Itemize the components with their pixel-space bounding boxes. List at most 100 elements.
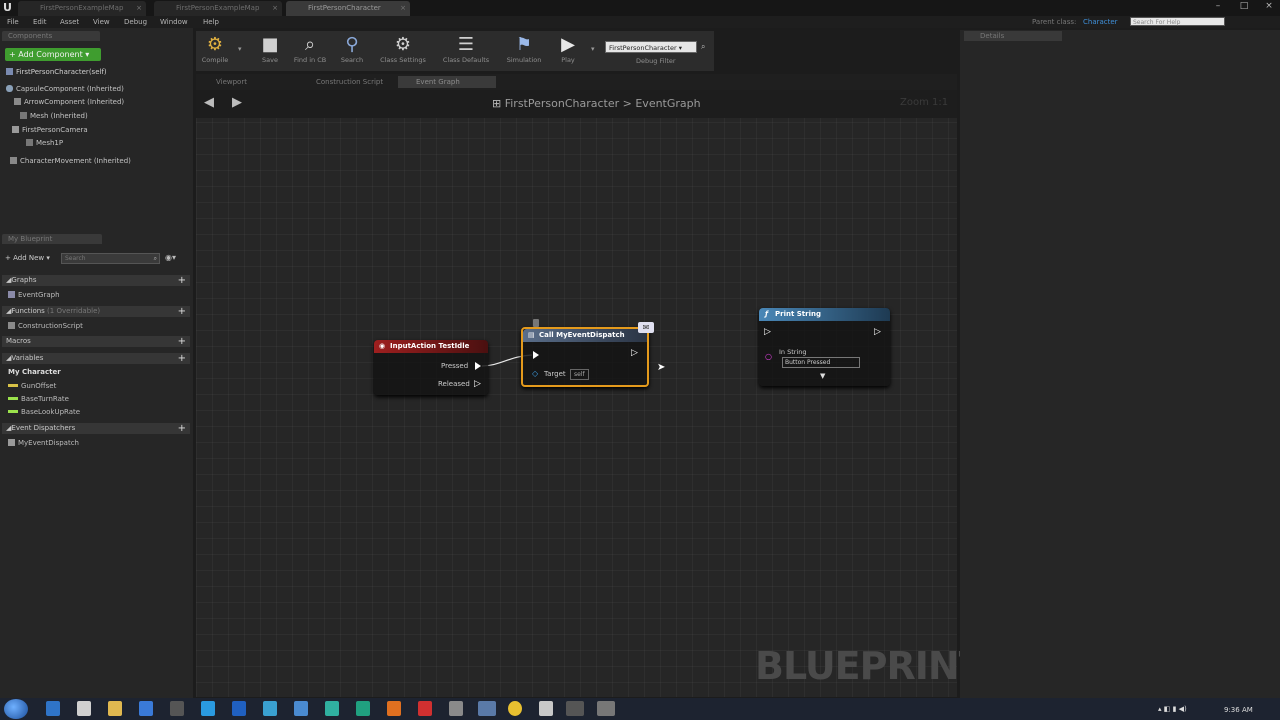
file-icon[interactable] (77, 701, 91, 716)
tree-item-mesh[interactable]: Mesh (Inherited) (20, 111, 88, 122)
app-icon[interactable] (597, 701, 615, 716)
maximize-icon[interactable]: □ (1238, 0, 1250, 12)
app-icon[interactable] (387, 701, 401, 716)
exec-pin-in[interactable]: ▷ (764, 327, 771, 337)
variable-base-lookup-rate[interactable]: BaseLookUpRate (8, 407, 80, 418)
app-icon[interactable] (170, 701, 184, 716)
save-button[interactable]: ■ Save (255, 31, 285, 71)
play-button[interactable]: ▶ Play (552, 31, 584, 71)
simulation-button[interactable]: ⚑ Simulation (502, 31, 546, 71)
add-graph-icon[interactable]: + (178, 275, 186, 286)
minimize-icon[interactable]: – (1212, 0, 1224, 12)
close-icon[interactable]: × (400, 1, 406, 16)
app-icon[interactable] (539, 701, 553, 716)
doc-tab-map-2[interactable]: FirstPersonExampleMap × (154, 1, 282, 16)
doc-tab-map-1[interactable]: FirstPersonExampleMap × (18, 1, 146, 16)
app-icon[interactable] (139, 701, 153, 716)
close-icon[interactable]: × (136, 1, 142, 16)
doc-tab-character[interactable]: FirstPersonCharacter × (286, 1, 410, 16)
add-function-icon[interactable]: + (178, 306, 186, 317)
exec-pin-out[interactable]: ▷ (874, 327, 881, 337)
dispatcher-item[interactable]: MyEventDispatch (8, 438, 79, 449)
expand-arrow-icon[interactable]: ▼ (820, 372, 825, 380)
components-tab[interactable]: Components (2, 31, 100, 41)
add-macro-icon[interactable]: + (178, 336, 186, 347)
chrome-icon[interactable] (508, 701, 522, 716)
tree-item-self[interactable]: FirstPersonCharacter(self) (6, 67, 107, 78)
variable-gun-offset[interactable]: GunOffset (8, 381, 56, 392)
exec-pin-in[interactable] (533, 351, 539, 359)
app-icon[interactable] (325, 701, 339, 716)
parent-class-link[interactable]: Character (1083, 16, 1118, 28)
graph-canvas[interactable] (196, 90, 957, 697)
event-dispatchers-category[interactable]: ◢Event Dispatchers + (2, 423, 190, 434)
help-search-input[interactable]: Search For Help (1130, 17, 1225, 26)
tree-item-camera[interactable]: FirstPersonCamera (12, 125, 88, 136)
print-string-node[interactable]: ƒ Print String ▷ ▷ ○ In String Button Pr… (759, 308, 890, 386)
play-options-icon[interactable]: ▾ (591, 45, 595, 53)
tree-item-capsule[interactable]: CapsuleComponent (Inherited) (6, 84, 124, 95)
input-action-node[interactable]: ◉ InputAction TestIdle Pressed Released … (374, 340, 488, 395)
search-button[interactable]: ⚲ Search (336, 31, 368, 71)
find-in-cb-button[interactable]: ⌕ Find in CB (289, 31, 331, 71)
target-value[interactable]: self (570, 369, 589, 380)
debug-filter-select[interactable]: FirstPersonCharacter ▾ (605, 41, 697, 53)
details-tab[interactable]: Details (964, 31, 1062, 41)
my-blueprint-tab[interactable]: My Blueprint (2, 234, 102, 244)
app-icon[interactable] (418, 701, 432, 716)
browse-icon[interactable]: ⌕ (701, 42, 705, 52)
menu-help[interactable]: Help (203, 16, 219, 28)
app-icon[interactable] (294, 701, 308, 716)
tab-event-graph[interactable]: Event Graph (398, 76, 496, 88)
add-new-button[interactable]: + Add New ▾ (5, 254, 50, 262)
app-icon[interactable] (263, 701, 277, 716)
functions-category[interactable]: ◢Functions (1 Overridable) + (2, 306, 190, 317)
string-pin-icon[interactable]: ○ (765, 352, 772, 361)
menu-window[interactable]: Window (160, 16, 188, 28)
event-graph-item[interactable]: EventGraph (8, 290, 60, 301)
my-character-group[interactable]: My Character (8, 367, 61, 378)
unreal-taskbar-icon[interactable] (566, 701, 584, 716)
exec-pin-out[interactable]: ▷ (631, 348, 638, 358)
app-icon[interactable] (356, 701, 370, 716)
start-button[interactable] (4, 699, 28, 719)
forward-arrow-icon[interactable]: ▶ (232, 95, 242, 110)
in-string-value[interactable]: Button Pressed (782, 357, 860, 368)
class-defaults-button[interactable]: ☰ Class Defaults (437, 31, 495, 71)
menu-edit[interactable]: Edit (33, 16, 47, 28)
menu-file[interactable]: File (7, 16, 19, 28)
exec-pin-released[interactable]: ▷ (474, 379, 481, 389)
app-icon[interactable] (232, 701, 246, 716)
close-icon[interactable]: × (272, 1, 278, 16)
variable-base-turn-rate[interactable]: BaseTurnRate (8, 394, 69, 405)
menu-asset[interactable]: Asset (60, 16, 79, 28)
variables-category[interactable]: ◢Variables + (2, 353, 190, 364)
exec-pin-pressed[interactable] (475, 362, 481, 370)
app-icon[interactable] (201, 701, 215, 716)
comment-bubble-icon[interactable] (533, 319, 539, 327)
graphs-category[interactable]: ◢Graphs + (2, 275, 190, 286)
add-variable-icon[interactable]: + (178, 353, 186, 364)
back-arrow-icon[interactable]: ◀ (204, 95, 214, 110)
tree-item-arrow[interactable]: ArrowComponent (Inherited) (14, 97, 124, 108)
tray-icons[interactable]: ▴ ◧ ▮ ◀) (1158, 705, 1187, 713)
tree-item-mesh1p[interactable]: Mesh1P (26, 138, 63, 149)
add-component-button[interactable]: + Add Component ▾ (5, 48, 101, 61)
menu-debug[interactable]: Debug (124, 16, 147, 28)
ie-icon[interactable] (46, 701, 60, 716)
target-pin-icon[interactable]: ◇ (532, 369, 538, 378)
menu-view[interactable]: View (93, 16, 110, 28)
construction-script-item[interactable]: ConstructionScript (8, 321, 83, 332)
blueprint-search-input[interactable]: Search ⌕ (61, 253, 160, 264)
tree-item-movement[interactable]: CharacterMovement (Inherited) (10, 156, 131, 167)
class-settings-button[interactable]: ⚙ Class Settings (374, 31, 432, 71)
add-dispatcher-icon[interactable]: + (178, 423, 186, 434)
tab-construction-script[interactable]: Construction Script (298, 76, 394, 88)
compile-button[interactable]: ⚙ Compile (198, 31, 232, 71)
tab-viewport[interactable]: Viewport (198, 76, 294, 88)
close-window-icon[interactable]: × (1263, 0, 1275, 12)
taskbar-clock[interactable]: 9:36 AM (1224, 706, 1253, 714)
view-options-icon[interactable]: ◉▾ (165, 253, 176, 262)
compile-options-icon[interactable]: ▾ (238, 45, 242, 53)
folder-icon[interactable] (108, 701, 122, 716)
